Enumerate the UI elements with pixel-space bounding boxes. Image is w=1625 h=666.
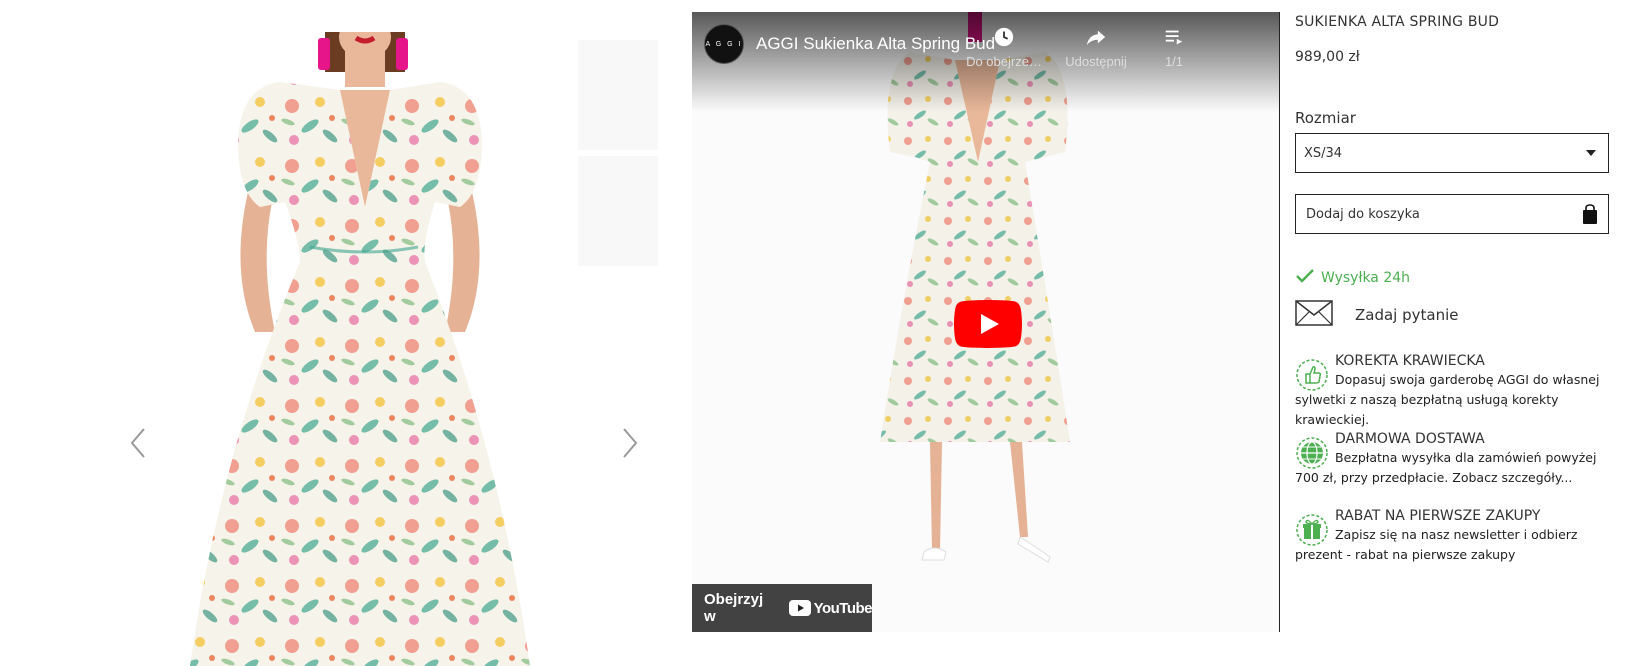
product-gallery (0, 0, 690, 666)
gallery-thumbnail[interactable] (578, 40, 658, 150)
add-to-cart-button[interactable]: Dodaj do koszyka (1295, 194, 1609, 234)
benefit-first-purchase-discount: RABAT NA PIERWSZE ZAKUPY Zapisz się na n… (1295, 507, 1615, 565)
benefit-heading: DARMOWA DOSTAWA (1335, 431, 1485, 447)
benefit-free-delivery: DARMOWA DOSTAWA Bezpłatna wysyłka dla za… (1295, 430, 1615, 488)
playlist-button[interactable]: 1/1 (1144, 26, 1204, 69)
envelope-icon (1295, 300, 1355, 330)
checkmark-icon (1295, 268, 1321, 288)
watch-on-label: Obejrzyj w (704, 591, 764, 625)
size-select[interactable]: XS/34 (1295, 133, 1609, 173)
benefit-tailoring: KOREKTA KRAWIECKA Dopasuj swoja garderob… (1295, 352, 1615, 430)
shopping-bag-icon (1582, 204, 1598, 224)
product-price: 989,00 zł (1295, 49, 1360, 65)
youtube-brand-text: YouTube (813, 599, 873, 617)
add-to-cart-label: Dodaj do koszyka (1306, 206, 1420, 222)
channel-logo-text: A G G I (705, 40, 743, 48)
size-label: Rozmiar (1295, 109, 1356, 127)
clock-icon (964, 26, 1044, 48)
playlist-icon (1144, 26, 1204, 48)
video-border (1279, 12, 1280, 632)
gift-icon (1295, 513, 1329, 547)
chevron-down-icon (1586, 150, 1596, 156)
share-button[interactable]: Udostępnij (1056, 26, 1136, 69)
chevron-right-icon (618, 428, 642, 465)
benefit-heading: RABAT NA PIERWSZE ZAKUPY (1335, 508, 1541, 524)
channel-avatar[interactable]: A G G I (704, 24, 744, 64)
benefit-text: Dopasuj swoja garderobę AGGI do własnej … (1295, 372, 1600, 427)
product-title: SUKIENKA ALTA SPRING BUD (1295, 14, 1500, 30)
benefit-heading: KOREKTA KRAWIECKA (1335, 353, 1485, 369)
shipping-label: Wysyłka 24h (1321, 270, 1411, 286)
benefit-text[interactable]: Bezpłatna wysyłka dla zamówień powyżej 7… (1295, 448, 1615, 488)
product-panel: SUKIENKA ALTA SPRING BUD 989,00 zł Rozmi… (1295, 0, 1615, 666)
share-icon (1056, 26, 1136, 48)
ask-question-label: Zadaj pytanie (1355, 306, 1459, 324)
gallery-thumbnails (578, 40, 658, 272)
chevron-left-icon (126, 428, 150, 465)
youtube-logo: YouTube (788, 599, 873, 617)
youtube-video-embed[interactable]: A G G I AGGI Sukienka Alta Spring Bud Do… (692, 12, 1279, 632)
ask-question-link[interactable]: Zadaj pytanie (1295, 300, 1459, 330)
share-label: Udostępnij (1065, 54, 1127, 69)
watch-later-button[interactable]: Do obejrze… (964, 26, 1044, 69)
size-selected-value: XS/34 (1304, 145, 1343, 161)
gallery-prev-button[interactable] (126, 425, 150, 461)
watch-later-label: Do obejrze… (966, 54, 1042, 69)
thumbs-up-icon (1295, 358, 1329, 392)
globe-icon (1295, 436, 1329, 470)
shipping-info: Wysyłka 24h (1295, 268, 1410, 288)
gallery-thumbnail[interactable] (578, 156, 658, 266)
play-button[interactable] (954, 300, 1022, 348)
playlist-count: 1/1 (1164, 54, 1184, 69)
watch-on-youtube-button[interactable]: Obejrzyj w YouTube (692, 584, 873, 632)
benefit-text: Zapisz się na nasz newsletter i odbierz … (1295, 527, 1578, 562)
video-title[interactable]: AGGI Sukienka Alta Spring Bud (756, 34, 995, 54)
product-main-photo[interactable] (160, 32, 560, 666)
gallery-next-button[interactable] (618, 425, 642, 461)
